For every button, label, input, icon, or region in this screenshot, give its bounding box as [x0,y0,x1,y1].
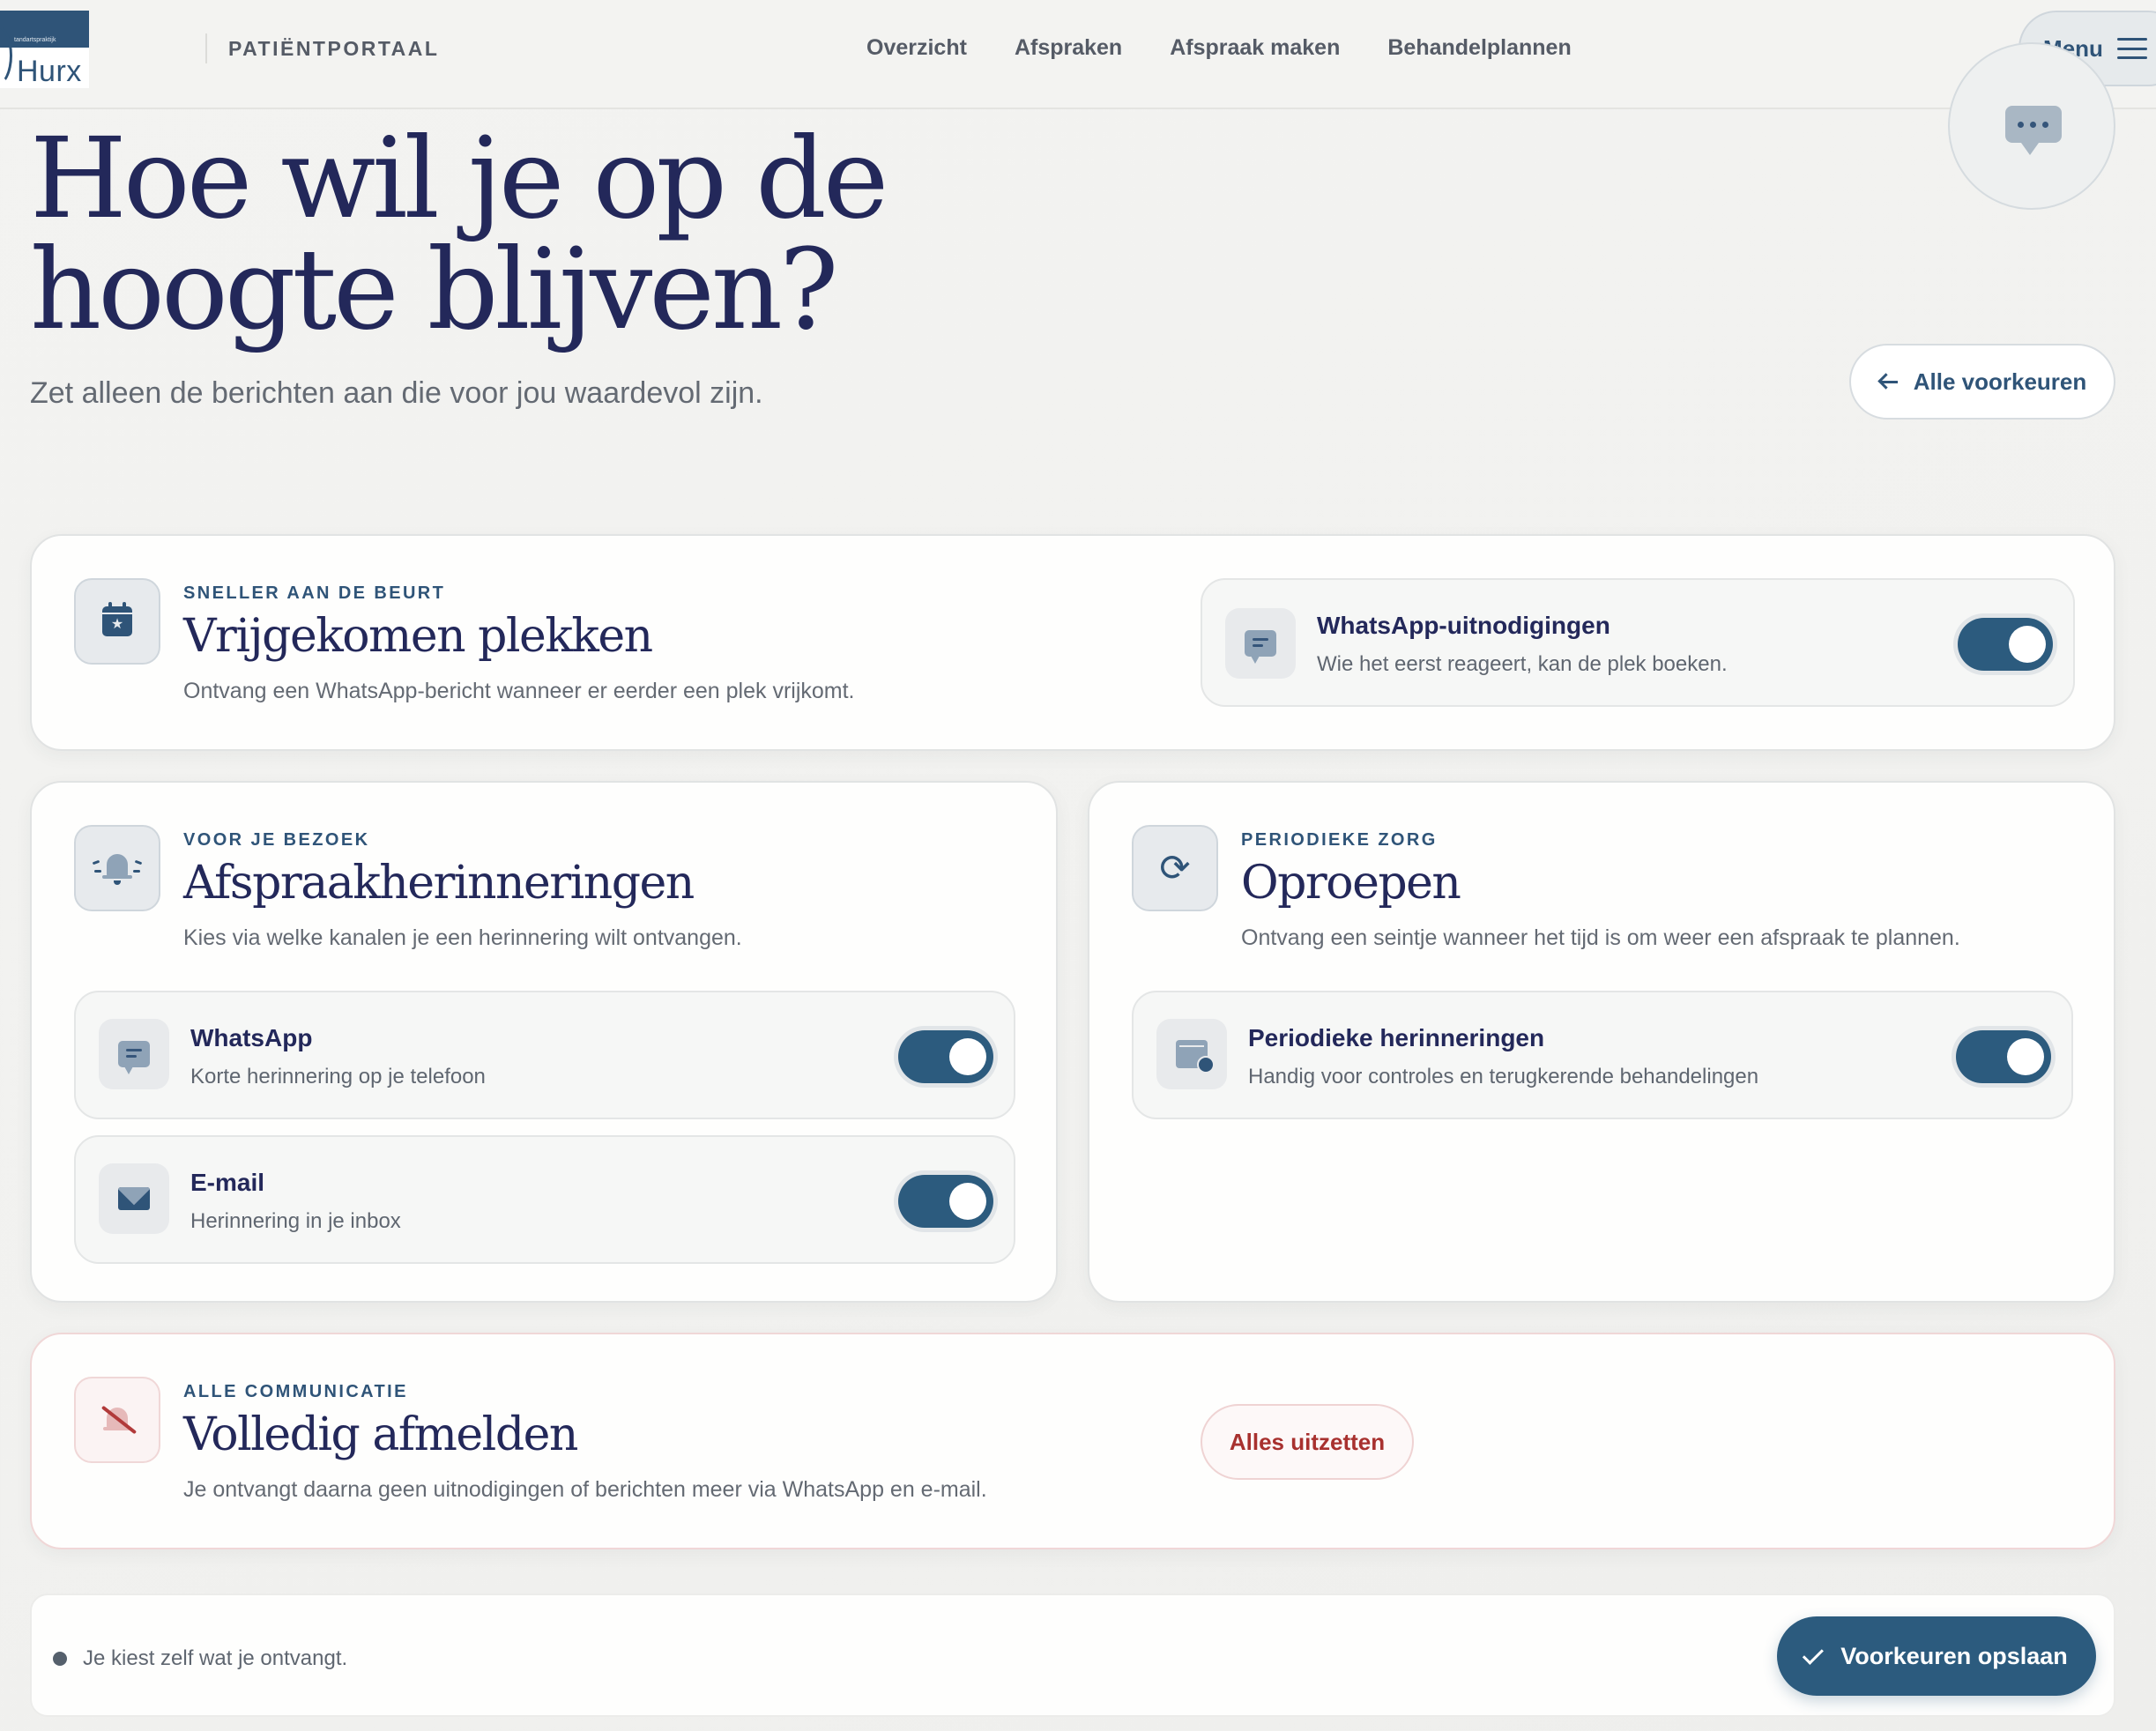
check-icon [1803,1643,1825,1665]
reminders-card: VOOR JE BEZOEK Afspraakherinneringen Kie… [30,781,1058,1303]
reminders-eyebrow: VOOR JE BEZOEK [183,830,370,850]
page-title: Hoe wil je op de hoogte blijven? [30,123,888,345]
all-preferences-button[interactable]: Alle voorkeuren [1849,344,2115,420]
unsubscribe-desc: Je ontvangt daarna geen uitnodigingen of… [183,1477,987,1502]
recalls-card: ⟳ PERIODIEKE ZORG Oproepen Ontvang een s… [1088,781,2115,1303]
turn-all-off-button[interactable]: Alles uitzetten [1201,1404,1414,1480]
footer-bar: Je kiest zelf wat je ontvangt. Voorkeure… [30,1594,2115,1717]
page-title-line-1: Hoe wil je op de [30,114,888,243]
status-dot-icon [53,1652,67,1666]
save-preferences-label: Voorkeuren opslaan [1840,1642,2068,1669]
reminder-whatsapp-toggle[interactable] [894,1026,998,1088]
reminder-email-desc: Herinnering in je inbox [190,1209,401,1233]
unsubscribe-title: Volledig afmelden [183,1408,578,1461]
chat-icon [1225,608,1296,679]
whatsapp-invitations-row[interactable]: WhatsApp-uitnodigingen Wie het eerst rea… [1201,578,2075,707]
reminders-title: Afspraakherinneringen [183,857,695,910]
top-bar: tandartspraktijk Hurx PATIËNTPORTAAL Ove… [0,0,2156,109]
nav-behandelplannen[interactable]: Behandelplannen [1387,35,1571,61]
mail-icon [99,1163,169,1234]
reminder-email-row[interactable]: E-mail Herinnering in je inbox [74,1135,1015,1264]
reminder-whatsapp-title: WhatsApp [190,1024,313,1051]
free-slots-desc: Ontvang een WhatsApp-bericht wanneer er … [183,679,855,703]
reminder-whatsapp-row[interactable]: WhatsApp Korte herinnering op je telefoo… [74,991,1015,1119]
recalls-title: Oproepen [1241,857,1461,910]
nav-afspraak-maken[interactable]: Afspraak maken [1170,35,1340,61]
logo-small-text: tandartspraktijk [14,37,56,43]
chat-icon [99,1019,169,1089]
periodic-reminders-row[interactable]: Periodieke herinneringen Handig voor con… [1132,991,2073,1119]
save-preferences-button[interactable]: Voorkeuren opslaan [1777,1616,2096,1696]
whatsapp-invitations-title: WhatsApp-uitnodigingen [1317,612,1610,639]
unsubscribe-card: ALLE COMMUNICATIE Volledig afmelden Je o… [30,1333,2115,1549]
page-title-line-2: hoogte blijven? [30,225,839,354]
portal-label: PATIËNTPORTAAL [228,37,440,60]
reminder-email-title: E-mail [190,1169,265,1196]
footer-note: Je kiest zelf wat je ontvangt. [83,1646,348,1670]
reminder-email-toggle[interactable] [894,1170,998,1232]
calendar-clock-icon [1156,1019,1227,1089]
free-slots-eyebrow: SNELLER AAN DE BEURT [183,583,446,603]
bell-off-icon [74,1377,160,1463]
bell-ringing-icon [74,825,160,911]
periodic-reminders-title: Periodieke herinneringen [1248,1024,1545,1051]
chat-bubble-icon [2005,106,2062,155]
whatsapp-invitations-toggle[interactable] [1953,613,2057,675]
all-preferences-label: Alle voorkeuren [1913,368,2087,395]
chat-bubble-decoration [1948,42,2115,210]
refresh-icon: ⟳ [1132,825,1218,911]
page-subtitle: Zet alleen de berichten aan die voor jou… [30,376,763,410]
free-slots-title: Vrijgekomen plekken [183,610,653,663]
unsubscribe-eyebrow: ALLE COMMUNICATIE [183,1382,408,1401]
free-slots-card: ★ SNELLER AAN DE BEURT Vrijgekomen plekk… [30,534,2115,751]
practice-logo[interactable]: tandartspraktijk Hurx [0,11,89,88]
whatsapp-invitations-desc: Wie het eerst reageert, kan de plek boek… [1317,652,1728,676]
logo-word: Hurx [17,55,82,88]
recalls-desc: Ontvang een seintje wanneer het tijd is … [1241,925,1960,950]
hamburger-icon [2116,38,2147,59]
calendar-star-icon: ★ [74,578,160,665]
nav-overzicht[interactable]: Overzicht [866,35,967,61]
reminder-whatsapp-desc: Korte herinnering op je telefoon [190,1065,486,1088]
reminders-desc: Kies via welke kanalen je een herinnerin… [183,925,742,950]
periodic-reminders-desc: Handig voor controles en terugkerende be… [1248,1065,1759,1088]
arrow-left-icon [1878,374,1898,390]
periodic-reminders-toggle[interactable] [1952,1026,2056,1088]
header-divider [205,33,207,63]
main-nav: Overzicht Afspraken Afspraak maken Behan… [866,35,1572,61]
recalls-eyebrow: PERIODIEKE ZORG [1241,830,1438,850]
nav-afspraken[interactable]: Afspraken [1015,35,1122,61]
